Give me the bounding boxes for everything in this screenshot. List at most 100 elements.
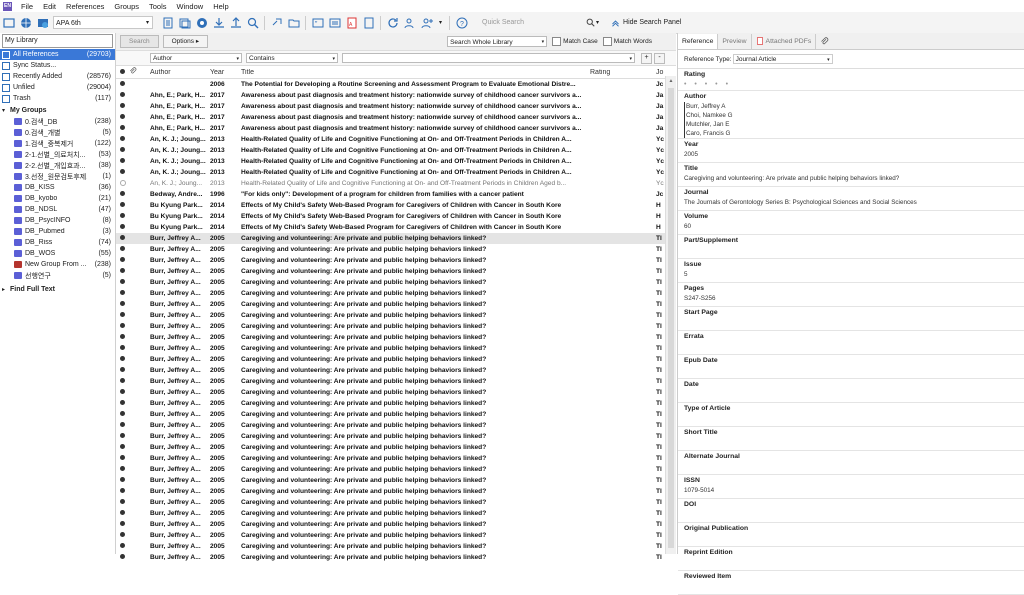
read-status-cell[interactable] <box>116 246 129 253</box>
table-row[interactable]: Burr, Jeffrey A... 2005 Caregiving and vol… <box>116 299 676 310</box>
library-icon[interactable] <box>2 16 15 29</box>
table-row[interactable]: Burr, Jeffrey A... 2005 Caregiving and vol… <box>116 266 676 277</box>
tab-reference[interactable]: Reference <box>678 33 719 49</box>
read-status-cell[interactable] <box>116 532 129 539</box>
read-status-cell[interactable] <box>116 147 129 154</box>
globe-icon[interactable] <box>19 16 32 29</box>
group-item[interactable]: DB_KISS (36) <box>0 182 115 193</box>
field-reprint-edition-input[interactable] <box>684 558 1024 570</box>
read-status-cell[interactable] <box>116 411 129 418</box>
read-status-cell[interactable] <box>116 169 129 176</box>
sidebar-item-recently-added[interactable]: Recently Added (28576) <box>0 71 115 82</box>
table-row[interactable]: Burr, Jeffrey A... 2005 Caregiving and vol… <box>116 497 676 508</box>
quick-search-input[interactable]: Quick Search <box>480 16 582 29</box>
table-row[interactable]: Burr, Jeffrey A... 2005 Caregiving and vol… <box>116 453 676 464</box>
read-status-cell[interactable] <box>116 235 129 242</box>
read-status-cell[interactable] <box>116 125 129 132</box>
group-item[interactable]: 선행연구 (5) <box>0 270 115 281</box>
field-date-input[interactable] <box>684 390 1024 402</box>
read-status-cell[interactable] <box>116 422 129 429</box>
group-item[interactable]: DB_PsycINFO (8) <box>0 215 115 226</box>
field-original-publication-input[interactable] <box>684 534 1024 546</box>
table-row[interactable]: Burr, Jeffrey A... 2005 Caregiving and vol… <box>116 464 676 475</box>
menu-window[interactable]: Window <box>172 2 209 11</box>
author-column-header[interactable]: Author <box>150 69 210 76</box>
group-item[interactable]: DB_WOS (55) <box>0 248 115 259</box>
table-row[interactable]: 2006 The Potential for Developing a Routi… <box>116 79 676 90</box>
table-row[interactable]: Burr, Jeffrey A... 2005 Caregiving and vol… <box>116 277 676 288</box>
attachment-column[interactable] <box>129 67 150 77</box>
read-status-cell[interactable] <box>116 444 129 451</box>
search-button[interactable]: Search <box>120 35 159 48</box>
integrated-library-icon[interactable] <box>36 16 49 29</box>
insert-citation-icon[interactable]: ” <box>311 16 324 29</box>
read-status-cell[interactable] <box>116 378 129 385</box>
match-case-checkbox[interactable]: Match Case <box>552 37 598 46</box>
field-type-of-article-input[interactable] <box>684 414 1024 426</box>
field-epub-date-input[interactable] <box>684 366 1024 378</box>
group-item[interactable]: 2-1.선별_의료처치... (53) <box>0 149 115 160</box>
table-row[interactable]: Burr, Jeffrey A... 2005 Caregiving and vol… <box>116 431 676 442</box>
menu-groups[interactable]: Groups <box>109 2 144 11</box>
table-row[interactable]: Ahn, E.; Park, H... 2017 Awareness about p… <box>116 101 676 112</box>
format-bibliography-icon[interactable] <box>328 16 341 29</box>
field-issue-input[interactable]: 5 <box>684 270 1024 282</box>
table-row[interactable]: Burr, Jeffrey A... 2005 Caregiving and vol… <box>116 541 676 552</box>
field-author-input[interactable]: Burr, Jeffrey A Choi, Namkee G Mutchler, J… <box>684 102 1024 138</box>
table-row[interactable]: Bu Kyung Park... 2014 Effects of My Child'… <box>116 200 676 211</box>
field-issn-input[interactable]: 1079-5014 <box>684 486 1024 498</box>
table-row[interactable]: Ahn, E.; Park, H... 2017 Awareness about p… <box>116 90 676 101</box>
tab-preview[interactable]: Preview <box>718 33 752 49</box>
read-status-cell[interactable] <box>116 334 129 341</box>
read-status-cell[interactable] <box>116 81 129 88</box>
read-status-cell[interactable] <box>116 389 129 396</box>
sidebar-item-sync-status[interactable]: Sync Status... <box>0 60 115 71</box>
field-part-supplement-input[interactable] <box>684 246 1024 258</box>
read-status-cell[interactable] <box>116 400 129 407</box>
field-journal-input[interactable]: The Journals of Gerontology Series B: Ps… <box>684 198 1024 210</box>
table-row[interactable]: An, K. J.; Joung... 2013 Health-Related Qu… <box>116 178 676 189</box>
read-status-cell[interactable] <box>116 103 129 110</box>
table-row[interactable]: Burr, Jeffrey A... 2005 Caregiving and vol… <box>116 508 676 519</box>
field-alternate-journal-input[interactable] <box>684 462 1024 474</box>
find-full-text-header[interactable]: ▸ Find Full Text <box>0 283 115 295</box>
read-status-cell[interactable] <box>116 477 129 484</box>
group-item[interactable]: 0.검색_DB (238) <box>0 116 115 127</box>
find-full-text-icon[interactable] <box>246 16 259 29</box>
attach-file-button[interactable] <box>816 34 833 49</box>
table-row[interactable]: Burr, Jeffrey A... 2005 Caregiving and vol… <box>116 442 676 453</box>
sidebar-item-trash[interactable]: Trash (117) <box>0 93 115 104</box>
help-icon[interactable]: ? <box>455 16 468 29</box>
field-reviewed-item-input[interactable] <box>684 582 1024 594</box>
read-status-cell[interactable] <box>116 179 129 188</box>
read-status-cell[interactable] <box>116 114 129 121</box>
library-selector[interactable]: My Library <box>2 34 113 48</box>
read-status-cell[interactable] <box>116 224 129 231</box>
search-term-input[interactable]: ▾ <box>342 53 635 63</box>
read-status-cell[interactable] <box>116 510 129 517</box>
export-icon[interactable] <box>229 16 242 29</box>
table-row[interactable]: Burr, Jeffrey A... 2005 Caregiving and vol… <box>116 376 676 387</box>
table-row[interactable]: An, K. J.; Joung... 2013 Health-Related Qu… <box>116 145 676 156</box>
search-field-select[interactable]: Author ▾ <box>150 53 242 63</box>
field-errata-input[interactable] <box>684 342 1024 354</box>
read-status-cell[interactable] <box>116 554 129 561</box>
open-link-icon[interactable] <box>270 16 283 29</box>
table-row[interactable]: Burr, Jeffrey A... 2005 Caregiving and vol… <box>116 475 676 486</box>
group-item[interactable]: DB_NDSL (47) <box>0 204 115 215</box>
online-search-icon[interactable] <box>195 16 208 29</box>
document-icon[interactable] <box>362 16 375 29</box>
read-status-cell[interactable] <box>116 92 129 99</box>
read-status-cell[interactable] <box>116 488 129 495</box>
rating-stars[interactable]: • • • • • <box>684 80 1024 90</box>
table-row[interactable]: Burr, Jeffrey A... 2005 Caregiving and vol… <box>116 354 676 365</box>
add-user-icon[interactable] <box>420 16 433 29</box>
table-row[interactable]: Burr, Jeffrey A... 2005 Caregiving and vol… <box>116 409 676 420</box>
add-criteria-button[interactable]: + <box>641 52 652 64</box>
read-status-cell[interactable] <box>116 191 129 198</box>
read-status-cell[interactable] <box>116 268 129 275</box>
output-style-select[interactable]: APA 6th ▾ <box>53 16 153 29</box>
table-row[interactable]: Burr, Jeffrey A... 2005 Caregiving and vol… <box>116 288 676 299</box>
open-file-icon[interactable] <box>287 16 300 29</box>
field-pages-input[interactable]: S247-S256 <box>684 294 1024 306</box>
